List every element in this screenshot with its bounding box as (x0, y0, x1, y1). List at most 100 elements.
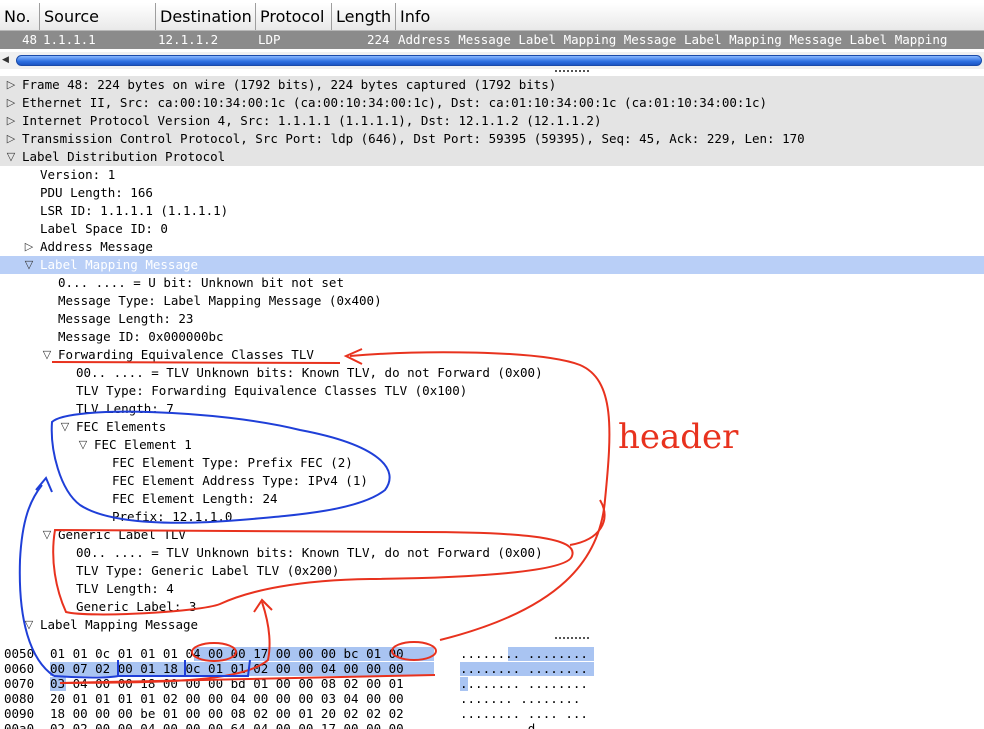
scrollbar-thumb[interactable] (16, 55, 982, 66)
tree-row[interactable]: ▽ FEC Element 1 (0, 436, 984, 454)
hex-ascii: ....... ........ (460, 691, 581, 706)
hex-offset: 0090 (4, 706, 35, 721)
hex-ascii: ........ d....... (460, 721, 588, 729)
tree-row[interactable]: Message Type: Label Mapping Message (0x4… (0, 292, 984, 310)
packet-protocol: LDP (258, 32, 281, 47)
tree-row[interactable]: ▽ Generic Label TLV (0, 526, 984, 544)
tree-row-label: Address Message (40, 239, 153, 254)
wireshark-window: No. Source Destination Protocol Length I… (0, 0, 984, 729)
packet-destination: 12.1.1.2 (158, 32, 219, 47)
scroll-left-arrow-icon[interactable]: ◀ (2, 52, 14, 69)
hex-row[interactable]: 0050 01 01 0c 01 01 01 04 00 00 17 00 00 … (0, 646, 984, 661)
expand-right-icon[interactable]: ▷ (5, 76, 17, 94)
tree-row-label: LSR ID: 1.1.1.1 (1.1.1.1) (40, 203, 229, 218)
hex-row[interactable]: 0090 18 00 00 00 be 01 00 00 08 02 00 01 … (0, 706, 984, 721)
expand-down-icon[interactable]: ▽ (41, 526, 53, 544)
tree-row[interactable]: Message Length: 23 (0, 310, 984, 328)
expand-right-icon[interactable]: ▷ (5, 130, 17, 148)
tree-row-label: FEC Elements (76, 419, 167, 434)
tree-row-label: TLV Length: 7 (76, 401, 174, 416)
tree-row[interactable]: Version: 1 (0, 166, 984, 184)
column-header-no[interactable]: No. (0, 3, 39, 30)
hex-bytes: 01 01 0c 01 01 01 04 00 00 17 00 00 00 b… (50, 646, 404, 661)
tree-row-label: Ethernet II, Src: ca:00:10:34:00:1c (ca:… (22, 95, 768, 110)
column-header-destination[interactable]: Destination (155, 3, 255, 30)
packet-list-hscrollbar[interactable]: ◀ (0, 52, 984, 69)
tree-row-label: Message ID: 0x000000bc (58, 329, 224, 344)
hex-bytes: 03 04 00 00 18 00 00 00 bd 01 00 00 08 0… (50, 676, 404, 691)
hex-row[interactable]: 0060 00 07 02 00 01 18 0c 01 01 02 00 00 … (0, 661, 984, 676)
hex-offset: 0050 (4, 646, 35, 661)
hex-ascii: ........ ........ (460, 676, 588, 691)
hex-ascii: ........ ........ (460, 646, 588, 661)
tree-row-label: Prefix: 12.1.1.0 (112, 509, 233, 524)
tree-row[interactable]: FEC Element Address Type: IPv4 (1) (0, 472, 984, 490)
tree-row[interactable]: Label Space ID: 0 (0, 220, 984, 238)
tree-row-label: Message Type: Label Mapping Message (0x4… (58, 293, 382, 308)
tree-row[interactable]: 00.. .... = TLV Unknown bits: Known TLV,… (0, 544, 984, 562)
tree-row[interactable]: ▷ Transmission Control Protocol, Src Port… (0, 130, 984, 148)
tree-row[interactable]: TLV Type: Forwarding Equivalence Classes… (0, 382, 984, 400)
column-header-info[interactable]: Info (395, 3, 984, 30)
tree-row[interactable]: Generic Label: 3 (0, 598, 984, 616)
expand-right-icon[interactable]: ▷ (5, 94, 17, 112)
tree-row[interactable]: ▷ Internet Protocol Version 4, Src: 1.1.1… (0, 112, 984, 130)
expand-down-icon[interactable]: ▽ (77, 436, 89, 454)
tree-row-label: FEC Element Length: 24 (112, 491, 278, 506)
tree-row-label: Version: 1 (40, 167, 116, 182)
tree-row[interactable]: ▷ Address Message (0, 238, 984, 256)
expand-down-icon[interactable]: ▽ (5, 148, 17, 166)
tree-row[interactable]: ▽ Label Distribution Protocol (0, 148, 984, 166)
expand-down-icon[interactable]: ▽ (23, 256, 35, 274)
tree-row[interactable]: Message ID: 0x000000bc (0, 328, 984, 346)
hex-row[interactable]: 00a0 02 02 00 00 04 00 00 00 64 04 00 00 … (0, 721, 984, 729)
expand-right-icon[interactable]: ▷ (5, 112, 17, 130)
tree-row[interactable]: ▽ Label Mapping Message (0, 616, 984, 634)
tree-row[interactable]: 00.. .... = TLV Unknown bits: Known TLV,… (0, 364, 984, 382)
tree-row[interactable]: Prefix: 12.1.1.0 (0, 508, 984, 526)
packet-length: 224 (367, 32, 390, 47)
tree-row[interactable]: TLV Length: 7 (0, 400, 984, 418)
tree-row[interactable]: ▷ Ethernet II, Src: ca:00:10:34:00:1c (ca… (0, 94, 984, 112)
tree-row[interactable]: PDU Length: 166 (0, 184, 984, 202)
hex-row[interactable]: 0070 03 04 00 00 18 00 00 00 bd 01 00 00 … (0, 676, 984, 691)
hex-offset: 00a0 (4, 721, 35, 729)
tree-row[interactable]: ▷ Frame 48: 224 bytes on wire (1792 bits)… (0, 76, 984, 94)
expand-down-icon[interactable]: ▽ (23, 616, 35, 634)
tree-row[interactable]: ▽ FEC Elements (0, 418, 984, 436)
tree-row[interactable]: FEC Element Length: 24 (0, 490, 984, 508)
tree-row-label: Generic Label TLV (58, 527, 186, 542)
tree-row-label: 00.. .... = TLV Unknown bits: Known TLV,… (76, 365, 543, 380)
hex-row[interactable]: 0080 20 01 01 01 01 02 00 00 04 00 00 00 … (0, 691, 984, 706)
column-header-length[interactable]: Length (331, 3, 395, 30)
tree-row-label: 0... .... = U bit: Unknown bit not set (58, 275, 344, 290)
hex-offset: 0080 (4, 691, 35, 706)
tree-row[interactable]: TLV Length: 4 (0, 580, 984, 598)
column-header-protocol[interactable]: Protocol (255, 3, 331, 30)
expand-down-icon[interactable]: ▽ (41, 346, 53, 364)
tree-row-label: TLV Length: 4 (76, 581, 174, 596)
tree-row[interactable]: FEC Element Type: Prefix FEC (2) (0, 454, 984, 472)
tree-row-label: 00.. .... = TLV Unknown bits: Known TLV,… (76, 545, 543, 560)
hex-bytes: 20 01 01 01 01 02 00 00 04 00 00 00 03 0… (50, 691, 404, 706)
tree-row-label: Internet Protocol Version 4, Src: 1.1.1.… (22, 113, 602, 128)
tree-row-label: TLV Type: Forwarding Equivalence Classes… (76, 383, 468, 398)
packet-no: 48 (22, 32, 38, 47)
tree-row[interactable]: ▽ Label Mapping Message (0, 256, 984, 274)
expand-down-icon[interactable]: ▽ (59, 418, 71, 436)
tree-row[interactable]: LSR ID: 1.1.1.1 (1.1.1.1) (0, 202, 984, 220)
tree-row-label: Label Distribution Protocol (22, 149, 226, 164)
tree-row[interactable]: ▽ Forwarding Equivalence Classes TLV (0, 346, 984, 364)
tree-row[interactable]: TLV Type: Generic Label TLV (0x200) (0, 562, 984, 580)
expand-right-icon[interactable]: ▷ (23, 238, 35, 256)
tree-row[interactable]: 0... .... = U bit: Unknown bit not set (0, 274, 984, 292)
packet-list-header: No. Source Destination Protocol Length I… (0, 3, 984, 31)
hex-offset: 0060 (4, 661, 35, 676)
column-header-source[interactable]: Source (39, 3, 155, 30)
packet-row-selected[interactable]: 48 1.1.1.1 12.1.1.2 LDP 224 Address Mess… (0, 31, 984, 49)
hex-ascii: ........ .... ... (460, 706, 588, 721)
tree-row-label: FEC Element 1 (94, 437, 192, 452)
tree-row-label: Transmission Control Protocol, Src Port:… (22, 131, 805, 146)
tree-row-label: Label Space ID: 0 (40, 221, 168, 236)
tree-row-label: PDU Length: 166 (40, 185, 153, 200)
